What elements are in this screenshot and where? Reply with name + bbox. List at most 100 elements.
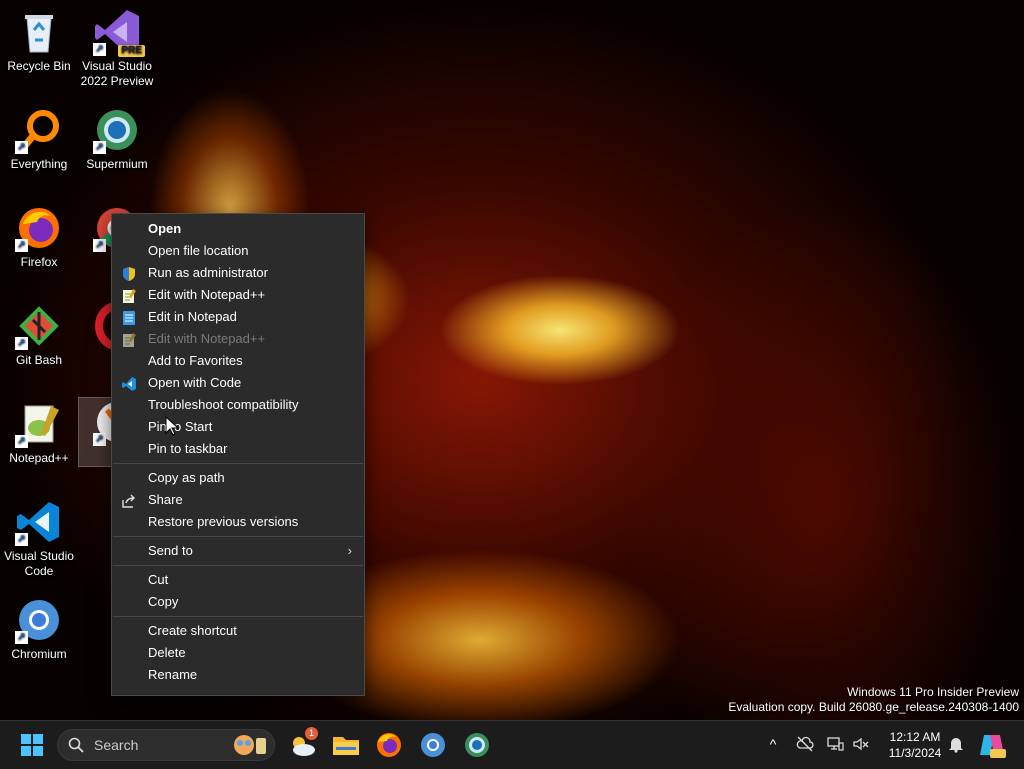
evaluation-watermark: Windows 11 Pro Insider Preview Evaluatio… (728, 685, 1019, 715)
search-label: Search (94, 737, 139, 753)
menu-item-share[interactable]: Share (112, 489, 364, 511)
menu-item-rename[interactable]: Rename (112, 664, 364, 686)
taskbar-file-explorer[interactable] (330, 729, 362, 761)
menu-item-restore-previous-versions[interactable]: Restore previous versions (112, 511, 364, 533)
menu-item-label: Edit with Notepad++ (148, 331, 266, 346)
clock-time: 12:12 AM (889, 730, 941, 744)
copilot-icon (980, 735, 1006, 758)
shortcut-arrow-icon: ↗ (15, 141, 28, 154)
menu-item-label: Delete (148, 645, 186, 660)
desktop-icon-git-bash[interactable]: ↗ Git Bash (1, 302, 77, 368)
menu-item-label: Troubleshoot compatibility (148, 397, 299, 412)
desktop-icon-recycle-bin[interactable]: Recycle Bin (1, 8, 77, 74)
menu-item-add-to-favorites[interactable]: Add to Favorites (112, 350, 364, 372)
menu-item-label: Run as administrator (148, 265, 268, 280)
desktop-icon-chromium[interactable]: ↗ Chromium (1, 596, 77, 662)
start-button[interactable] (16, 729, 48, 761)
menu-item-label: Copy (148, 594, 179, 609)
menu-item-open-with-code[interactable]: Open with Code (112, 372, 364, 394)
menu-item-label: Edit in Notepad (148, 309, 237, 324)
shortcut-arrow-icon: ↗ (15, 337, 28, 350)
icon-label: Visual Studio (4, 549, 74, 563)
desktop-icon-supermium[interactable]: ↗ Supermium (79, 106, 155, 172)
search-highlight-icon (234, 735, 266, 755)
menu-item-label: Restore previous versions (148, 514, 299, 529)
menu-item-copy[interactable]: Copy (112, 591, 364, 613)
menu-item-label: Pin to Start (148, 419, 213, 434)
taskbar-chromium[interactable] (417, 729, 449, 761)
icon-label: Notepad++ (9, 451, 69, 465)
volume-muted-icon[interactable] (852, 735, 870, 753)
notification-bell-icon[interactable] (947, 735, 965, 753)
folder-icon (333, 737, 359, 755)
notification-badge: 1 (305, 727, 318, 740)
desktop-icon-everything[interactable]: ↗ Everything (1, 106, 77, 172)
menu-item-open-file-location[interactable]: Open file location (112, 240, 364, 262)
desktop-icon-vs2022-preview[interactable]: PRE ↗ Visual Studio 2022 Preview (79, 8, 155, 89)
shortcut-arrow-icon: ↗ (15, 435, 28, 448)
icon-label: Supermium (86, 157, 148, 171)
shield-icon (122, 266, 136, 281)
taskbar-supermium[interactable] (461, 729, 493, 761)
menu-item-pin-to-start[interactable]: Pin to Start (112, 416, 364, 438)
notepadpp-icon: ↗ (15, 400, 63, 448)
menu-item-label: Pin to taskbar (148, 441, 228, 456)
network-icon[interactable] (826, 735, 844, 753)
notepadpp-icon (122, 332, 136, 347)
shortcut-arrow-icon: ↗ (93, 239, 106, 252)
shortcut-arrow-icon: ↗ (93, 141, 106, 154)
menu-separator (113, 536, 363, 537)
desktop-icon-firefox[interactable]: ↗ Firefox (1, 204, 77, 270)
menu-item-copy-as-path[interactable]: Copy as path (112, 467, 364, 489)
menu-item-run-as-administrator[interactable]: Run as administrator (112, 262, 364, 284)
watermark-line-2: Evaluation copy. Build 26080.ge_release.… (728, 700, 1019, 714)
menu-item-delete[interactable]: Delete (112, 642, 364, 664)
chromium-icon (421, 733, 445, 757)
menu-item-label: Open with Code (148, 375, 242, 390)
desktop-icon-notepadpp[interactable]: ↗ Notepad++ (1, 400, 77, 466)
menu-item-create-shortcut[interactable]: Create shortcut (112, 620, 364, 642)
clock-date: 11/3/2024 (888, 746, 942, 760)
menu-item-troubleshoot-compatibility[interactable]: Troubleshoot compatibility (112, 394, 364, 416)
supermium-icon (465, 733, 489, 757)
chevron-right-icon: › (347, 543, 352, 558)
shortcut-arrow-icon: ↗ (15, 631, 28, 644)
shortcut-arrow-icon: ↗ (15, 533, 28, 546)
menu-item-cut[interactable]: Cut (112, 569, 364, 591)
menu-item-label: Send to (148, 543, 193, 558)
icon-label: Recycle Bin (7, 59, 71, 73)
taskbar-weather-widget[interactable]: 1 (287, 727, 319, 761)
menu-item-edit-with-notepadpp[interactable]: Edit with Notepad++ (112, 284, 364, 306)
firefox-icon (377, 733, 401, 757)
share-icon (122, 493, 136, 508)
firefox-icon: ↗ (15, 204, 63, 252)
mouse-cursor-icon (165, 415, 180, 436)
desktop-icon-vscode[interactable]: ↗ Visual Studio Code (1, 498, 77, 579)
menu-item-send-to[interactable]: Send to › (112, 540, 364, 562)
everything-icon: ↗ (15, 106, 63, 154)
taskbar-search-box[interactable]: Search (57, 729, 275, 761)
preview-badge: PRE (118, 45, 145, 57)
copilot-button[interactable] (976, 729, 1008, 761)
menu-separator (113, 565, 363, 566)
windows-logo-icon (21, 734, 43, 756)
vscode-icon (122, 376, 136, 391)
onedrive-offline-icon[interactable] (796, 735, 814, 753)
menu-item-label: Rename (148, 667, 198, 682)
menu-item-open[interactable]: Open (112, 218, 364, 240)
icon-label: Git Bash (15, 353, 63, 367)
show-hidden-icons-chevron[interactable]: ^ (764, 735, 782, 753)
taskbar-clock[interactable]: 12:12 AM 11/3/2024 (880, 729, 950, 761)
taskbar-firefox[interactable] (373, 729, 405, 761)
menu-item-pin-to-taskbar[interactable]: Pin to taskbar (112, 438, 364, 460)
watermark-line-1: Windows 11 Pro Insider Preview (847, 685, 1019, 699)
shortcut-arrow-icon: ↗ (15, 239, 28, 252)
menu-item-edit-in-notepad[interactable]: Edit in Notepad (112, 306, 364, 328)
taskbar: Search 1 ^ 12:12 AM 11/3/2024 (0, 720, 1024, 769)
menu-separator (113, 616, 363, 617)
menu-item-label: Cut (148, 572, 169, 587)
visual-studio-icon: PRE ↗ (93, 8, 145, 57)
icon-label: Chromium (11, 647, 67, 661)
menu-item-label: Edit with Notepad++ (148, 287, 266, 302)
vscode-icon: ↗ (15, 498, 63, 546)
